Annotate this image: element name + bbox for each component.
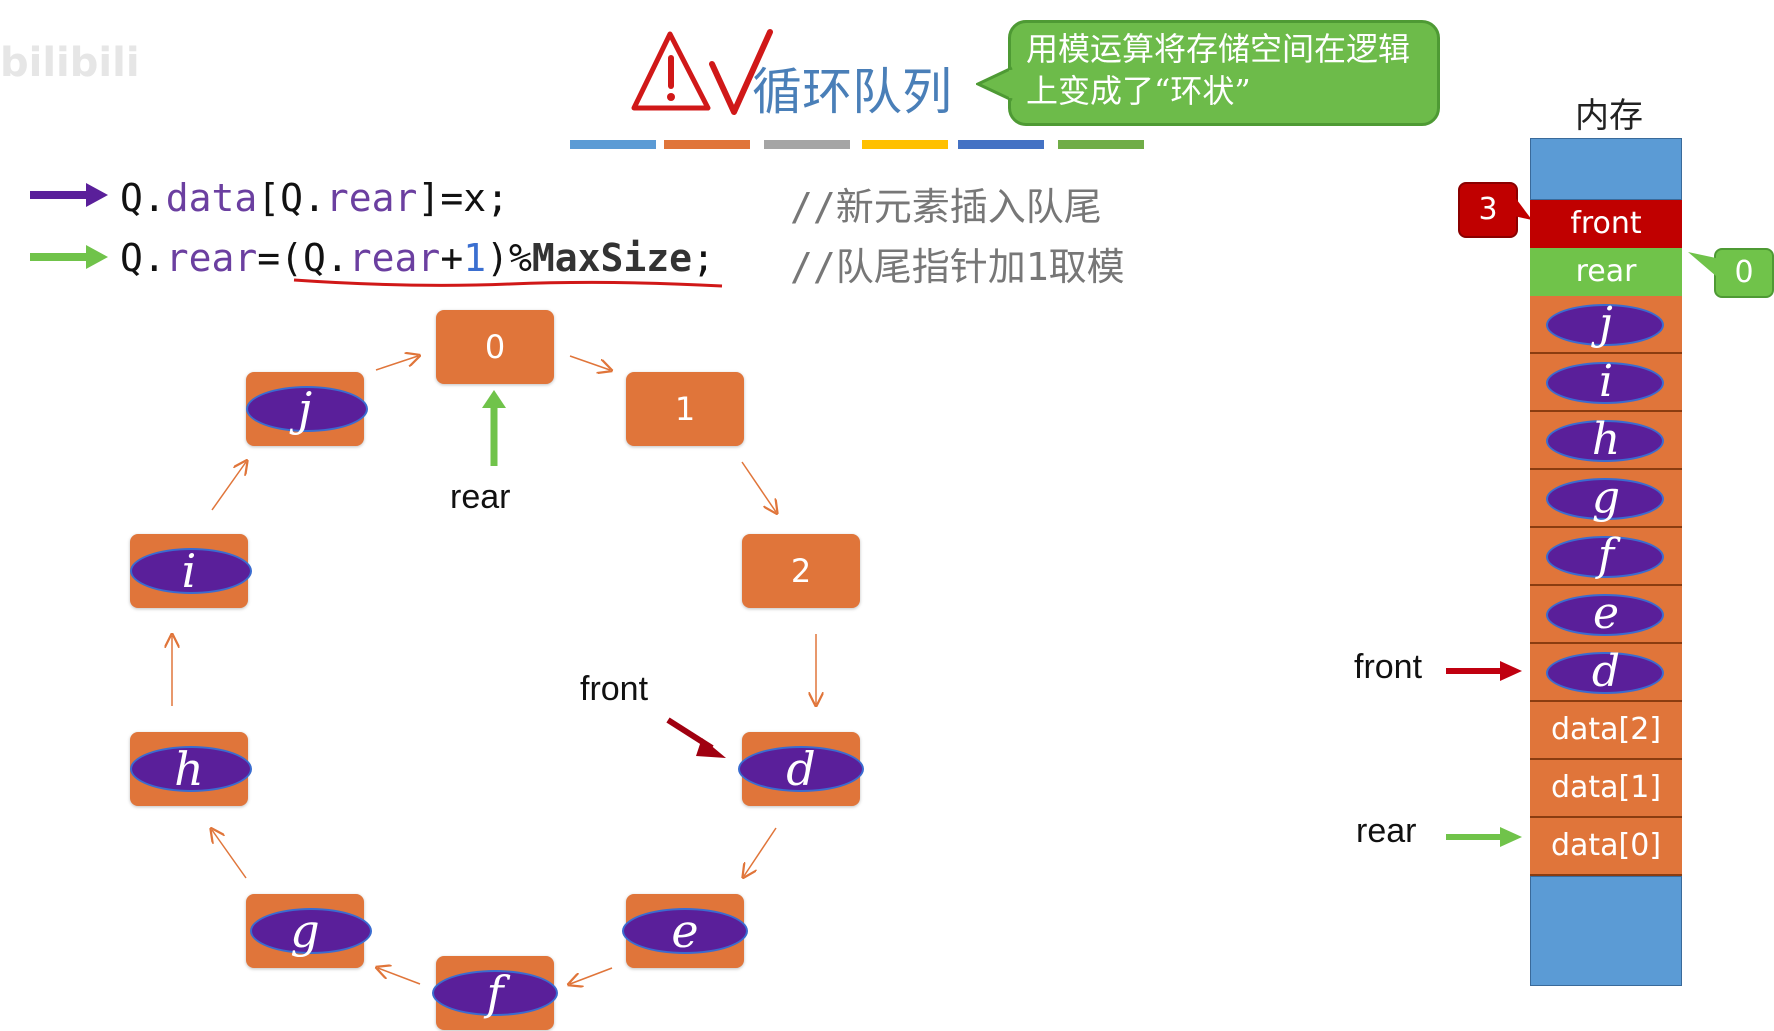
memory-rear-arrow xyxy=(1446,827,1522,847)
memory-top-block xyxy=(1530,138,1682,200)
memory-front-arrow xyxy=(1446,661,1522,681)
front-value-tag: 3 xyxy=(1458,182,1518,238)
memory-column: front rear j i h g f e d data[2] data[1]… xyxy=(1530,138,1682,986)
ring-slot-0: 0 xyxy=(436,310,554,384)
ring-slot-2: 2 xyxy=(742,534,860,608)
ring-slot-6: g xyxy=(246,894,372,968)
memory-title: 内存 xyxy=(1575,96,1643,136)
element-label: g xyxy=(290,904,320,958)
ring-slot-3: d xyxy=(738,732,864,806)
element-label: f xyxy=(486,966,504,1020)
memory-rear-field: rear xyxy=(1530,248,1682,296)
memory-cell: f xyxy=(1530,528,1682,586)
ring-slot-1: 1 xyxy=(626,372,744,446)
ring-slot-7: h xyxy=(130,732,252,806)
ring-slot-9: j xyxy=(246,372,368,446)
ring-rear-label: rear xyxy=(450,478,511,516)
memory-data-cell: data[1] xyxy=(1530,760,1682,818)
memory-data-cell: data[2] xyxy=(1530,702,1682,760)
ring-slot-5: f xyxy=(432,956,558,1030)
rear-value-tag: 0 xyxy=(1714,248,1774,298)
memory-front-pointer-label: front xyxy=(1354,648,1423,686)
memory-bottom-block xyxy=(1530,876,1682,986)
element-label: e xyxy=(671,904,699,958)
element-label: d xyxy=(786,742,816,796)
ring-arrows xyxy=(0,0,1774,1031)
memory-cell: g xyxy=(1530,470,1682,528)
element-label: h xyxy=(174,742,204,796)
ring-front-label: front xyxy=(580,670,649,708)
element-label: j xyxy=(297,382,313,436)
memory-cell: e xyxy=(1530,586,1682,644)
memory-cell: i xyxy=(1530,354,1682,412)
memory-rear-pointer-label: rear xyxy=(1356,812,1417,850)
ring-slot-8: i xyxy=(130,534,252,608)
memory-front-field: front xyxy=(1530,200,1682,248)
rear-tag-pointer xyxy=(1688,252,1716,276)
memory-cell: h xyxy=(1530,412,1682,470)
memory-cell: j xyxy=(1530,296,1682,354)
front-tag-pointer xyxy=(1514,196,1532,220)
memory-data-cell: data[0] xyxy=(1530,818,1682,876)
ring-slot-4: e xyxy=(622,894,748,968)
memory-cell: d xyxy=(1530,644,1682,702)
element-label: i xyxy=(181,544,197,598)
